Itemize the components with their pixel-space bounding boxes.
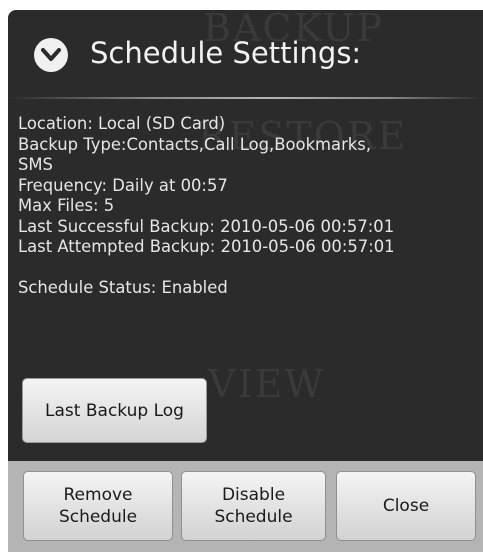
title-divider xyxy=(8,97,483,99)
schedule-details: Location: Local (SD Card) Backup Type:Co… xyxy=(18,114,483,299)
schedule-status-line: Schedule Status: Enabled xyxy=(18,278,228,297)
last-successful-backup-line: Last Successful Backup: 2010-05-06 00:57… xyxy=(18,216,395,236)
remove-schedule-button[interactable]: Remove Schedule xyxy=(23,471,173,541)
disable-schedule-label-2: Schedule xyxy=(214,507,293,527)
close-button[interactable]: Close xyxy=(336,471,476,541)
dialog-title: Schedule Settings: xyxy=(90,36,362,70)
last-attempted-backup-line: Last Attempted Backup: 2010-05-06 00:57:… xyxy=(18,237,395,256)
location-line: Location: Local (SD Card) xyxy=(18,114,226,133)
backup-type-line: Backup Type:Contacts,Call Log,Bookmarks, xyxy=(18,134,372,154)
disable-schedule-button[interactable]: Disable Schedule xyxy=(181,471,326,541)
schedule-settings-dialog: BACKUP RESTORE VIEW Schedule Settings: L… xyxy=(8,10,483,552)
background-view-text: VIEW xyxy=(208,362,326,406)
dialog-title-bar: Schedule Settings: xyxy=(8,10,483,99)
remove-schedule-label-2: Schedule xyxy=(58,507,138,527)
max-files-line: Max Files: 5 xyxy=(18,196,115,215)
disable-schedule-label-1: Disable xyxy=(221,485,286,505)
chevron-down-circle-icon xyxy=(34,38,68,72)
remove-schedule-label-1: Remove xyxy=(63,485,133,505)
dialog-button-bar: Remove Schedule Disable Schedule Close xyxy=(8,461,483,552)
frequency-line: Frequency: Daily at 00:57 xyxy=(18,175,228,195)
backup-type-line-cont: SMS xyxy=(18,155,53,174)
last-backup-log-button[interactable]: Last Backup Log xyxy=(22,378,207,443)
